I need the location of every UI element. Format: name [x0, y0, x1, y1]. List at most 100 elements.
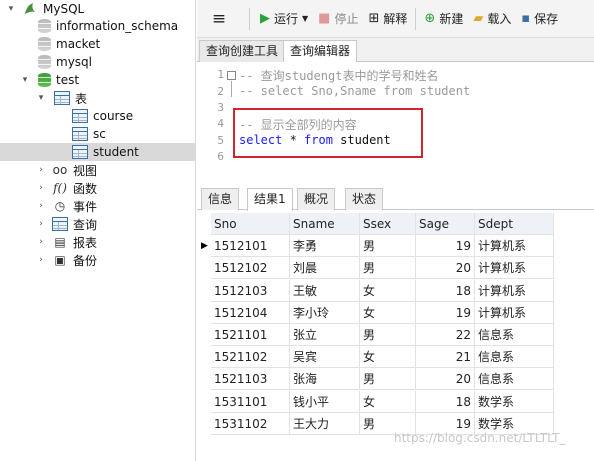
- table-cell[interactable]: 李小玲: [290, 301, 360, 324]
- chevron-right-icon[interactable]: ›: [36, 255, 46, 265]
- table-cell[interactable]: 1531102: [211, 412, 290, 435]
- table-cell[interactable]: 19: [416, 301, 475, 324]
- tree-node-student[interactable]: student: [0, 143, 195, 161]
- chevron-right-icon[interactable]: ›: [36, 201, 46, 211]
- hamburger-icon[interactable]: ≡: [205, 5, 233, 33]
- table-cell[interactable]: 22: [416, 324, 475, 346]
- table-cell[interactable]: 男: [360, 324, 416, 346]
- table-cell[interactable]: 信息系: [475, 324, 554, 346]
- table-cell[interactable]: 20: [416, 257, 475, 280]
- table-cell[interactable]: 女: [360, 346, 416, 369]
- explain-button[interactable]: ⊞ 解释: [368, 5, 407, 33]
- column-header[interactable]: Sno: [211, 213, 290, 235]
- table-cell[interactable]: 1512103: [211, 279, 290, 302]
- table-cell[interactable]: 数学系: [475, 390, 554, 413]
- table-cell[interactable]: 女: [360, 279, 416, 302]
- table-cell[interactable]: 女: [360, 301, 416, 324]
- sql-editor[interactable]: 1 2 3 4 5 6 -- 查询studengt表中的学号和姓名 -- sel…: [197, 62, 594, 180]
- table-cell[interactable]: 王敏: [290, 279, 360, 302]
- table-cell[interactable]: 信息系: [475, 346, 554, 369]
- tree-node-events[interactable]: › ◷ 事件: [0, 197, 195, 215]
- table-cell[interactable]: 1512101: [211, 235, 290, 258]
- chevron-right-icon[interactable]: ›: [36, 165, 46, 175]
- tree-node-views[interactable]: › oo 视图: [0, 161, 195, 179]
- column-header[interactable]: Sdept: [475, 213, 554, 235]
- table-cell[interactable]: 女: [360, 390, 416, 413]
- column-header[interactable]: Sage: [416, 213, 475, 235]
- table-cell[interactable]: 男: [360, 257, 416, 280]
- tree-node-sc[interactable]: sc: [0, 125, 195, 143]
- stop-button[interactable]: ■ 停止: [318, 5, 358, 33]
- table-cell[interactable]: 刘晨: [290, 257, 360, 280]
- tree-node-tables[interactable]: ▾ 表: [0, 89, 195, 107]
- database-open-icon: [38, 73, 51, 87]
- tree-node-information-schema[interactable]: information_schema: [0, 17, 195, 35]
- column-header[interactable]: Sname: [290, 213, 360, 235]
- run-button[interactable]: ▶ 运行 ▼: [260, 5, 308, 33]
- new-button[interactable]: ⊕ 新建: [424, 5, 463, 33]
- table-cell[interactable]: 张立: [290, 324, 360, 346]
- line-number: 5: [217, 134, 224, 147]
- tree-node-backup[interactable]: › ▣ 备份: [0, 251, 195, 269]
- table-cell[interactable]: 20: [416, 368, 475, 391]
- table-cell[interactable]: 18: [416, 279, 475, 302]
- tree-node-test[interactable]: ▾ test: [0, 71, 195, 89]
- table-cell[interactable]: 计算机系: [475, 235, 554, 258]
- chevron-down-icon[interactable]: ▼: [302, 14, 308, 23]
- table-cell[interactable]: 1521102: [211, 346, 290, 369]
- tab-label: 查询编辑器: [290, 44, 351, 58]
- tree-label-sc: sc: [93, 127, 106, 141]
- chevron-down-icon[interactable]: ▾: [20, 75, 30, 85]
- tree-node-course[interactable]: course: [0, 107, 195, 125]
- chevron-right-icon[interactable]: ›: [36, 183, 46, 193]
- table-cell[interactable]: 钱小平: [290, 390, 360, 413]
- code-line-comment: -- 查询studengt表中的学号和姓名: [239, 69, 439, 83]
- table-cell[interactable]: 1521103: [211, 368, 290, 391]
- database-icon: [38, 55, 51, 69]
- tab-result1[interactable]: 结果1: [247, 188, 293, 211]
- tree-node-macket[interactable]: macket: [0, 35, 195, 53]
- table-cell[interactable]: 19: [416, 235, 475, 258]
- table-cell[interactable]: 计算机系: [475, 301, 554, 324]
- table-cell[interactable]: 1512102: [211, 257, 290, 280]
- fold-guide: [231, 81, 232, 97]
- table-cell[interactable]: 男: [360, 235, 416, 258]
- table-cell[interactable]: 吴宾: [290, 346, 360, 369]
- chevron-down-icon[interactable]: ▾: [6, 4, 16, 14]
- tree-node-reports[interactable]: › ▤ 报表: [0, 233, 195, 251]
- tab-overview[interactable]: 概况: [297, 188, 336, 210]
- chevron-down-icon[interactable]: ▾: [36, 93, 46, 103]
- tree-node-mysql-connection[interactable]: ▾ MySQL: [0, 0, 195, 18]
- tab-status[interactable]: 状态: [345, 188, 384, 210]
- table-cell[interactable]: 21: [416, 346, 475, 369]
- save-button[interactable]: ▪ 保存: [521, 5, 558, 33]
- tab-label: 结果1: [254, 192, 286, 206]
- run-label: 运行: [274, 12, 299, 26]
- toolbar-divider: [249, 7, 250, 30]
- fold-toggle-icon[interactable]: [227, 71, 236, 80]
- tree-node-functions[interactable]: › f() 函数: [0, 179, 195, 197]
- table-cell[interactable]: 男: [360, 368, 416, 391]
- table-cell[interactable]: 1531101: [211, 390, 290, 413]
- tree-node-mysql-db[interactable]: mysql: [0, 53, 195, 71]
- table-cell[interactable]: 张海: [290, 368, 360, 391]
- toolbar-divider: [415, 7, 417, 30]
- table-cell[interactable]: 1512104: [211, 301, 290, 324]
- tree-node-queries[interactable]: › 查询: [0, 215, 195, 233]
- load-button[interactable]: ▰ 载入: [473, 5, 511, 33]
- column-header[interactable]: Ssex: [360, 213, 416, 235]
- tab-query-builder[interactable]: 查询创建工具: [199, 40, 286, 62]
- table-cell[interactable]: 计算机系: [475, 279, 554, 302]
- table-cell[interactable]: 王大力: [290, 412, 360, 435]
- tree-label-macket: macket: [56, 37, 101, 51]
- explain-icon: ⊞: [368, 11, 380, 26]
- tab-query-editor[interactable]: 查询编辑器: [283, 40, 358, 63]
- table-cell[interactable]: 18: [416, 390, 475, 413]
- chevron-right-icon[interactable]: ›: [36, 237, 46, 247]
- table-cell[interactable]: 李勇: [290, 235, 360, 258]
- table-cell[interactable]: 信息系: [475, 368, 554, 391]
- tab-info[interactable]: 信息: [201, 188, 240, 210]
- table-cell[interactable]: 计算机系: [475, 257, 554, 280]
- chevron-right-icon[interactable]: ›: [36, 219, 46, 229]
- table-cell[interactable]: 1521101: [211, 324, 290, 346]
